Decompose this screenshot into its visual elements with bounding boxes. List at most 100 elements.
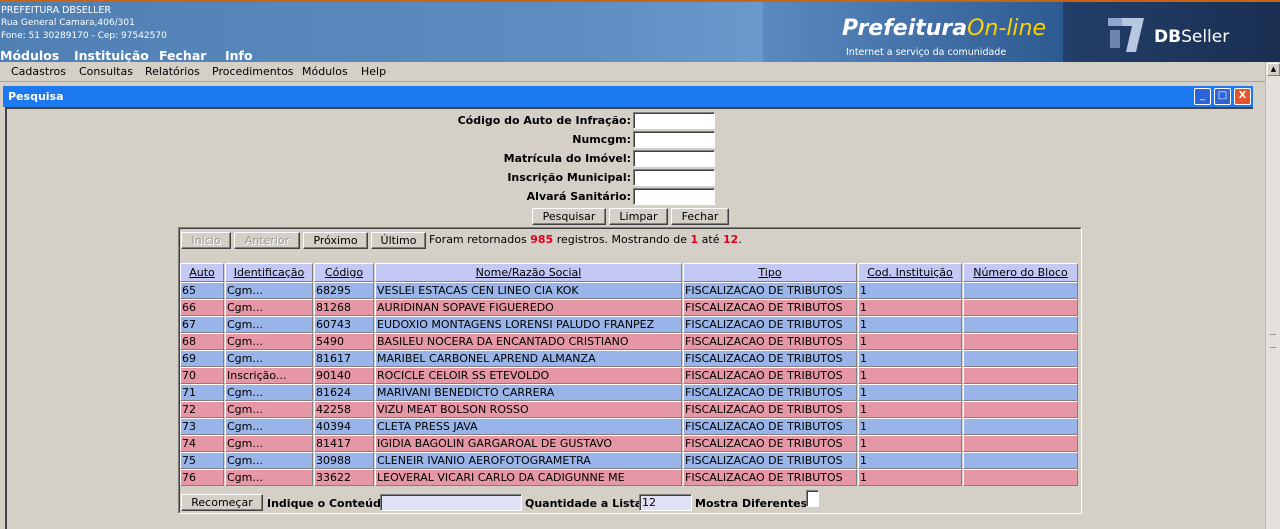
cell-nome[interactable]: IGIDIA BAGOLIN GARGAROAL DE GUSTAVO xyxy=(375,435,682,452)
cell-codigo[interactable]: 40394 xyxy=(314,418,374,435)
table-row[interactable]: 74 Cgm... 81417 IGIDIA BAGOLIN GARGAROAL DE… xyxy=(180,435,1078,452)
cell-auto[interactable]: 66 xyxy=(180,299,224,316)
cell-cod-instituicao[interactable]: 1 xyxy=(858,282,962,299)
col-header-nome[interactable]: Nome/Razão Social xyxy=(375,263,682,282)
cell-tipo[interactable]: FISCALIZACAO DE TRIBUTOS xyxy=(683,401,857,418)
cell-auto[interactable]: 70 xyxy=(180,367,224,384)
cell-tipo[interactable]: FISCALIZACAO DE TRIBUTOS xyxy=(683,333,857,350)
inscricao-input[interactable] xyxy=(633,169,715,186)
close-icon[interactable]: X xyxy=(1234,88,1251,105)
cell-identificacao[interactable]: Cgm... xyxy=(225,418,313,435)
anterior-button[interactable]: Anterior xyxy=(234,232,300,249)
table-row[interactable]: 65 Cgm... 68295 VESLEI ESTACAS CEN LINEO CI… xyxy=(180,282,1078,299)
menu-cadastros[interactable]: Cadastros xyxy=(11,65,66,78)
cell-numero-bloco[interactable] xyxy=(963,367,1078,384)
cell-numero-bloco[interactable] xyxy=(963,299,1078,316)
cell-cod-instituicao[interactable]: 1 xyxy=(858,350,962,367)
cell-nome[interactable]: MARIVANI BENEDICTO CARRERA xyxy=(375,384,682,401)
cell-auto[interactable]: 71 xyxy=(180,384,224,401)
cell-codigo[interactable]: 81624 xyxy=(314,384,374,401)
cell-auto[interactable]: 76 xyxy=(180,469,224,486)
menu-relatorios[interactable]: Relatórios xyxy=(145,65,200,78)
cell-identificacao[interactable]: Cgm... xyxy=(225,316,313,333)
cell-numero-bloco[interactable] xyxy=(963,469,1078,486)
cell-nome[interactable]: MARIBEL CARBONEL APREND ALMANZA xyxy=(375,350,682,367)
recomecar-button[interactable]: Recomeçar xyxy=(181,494,263,511)
cell-identificacao[interactable]: Cgm... xyxy=(225,401,313,418)
table-row[interactable]: 76 Cgm... 33622 LEOVERAL VICARI CARLO DA CA… xyxy=(180,469,1078,486)
cell-cod-instituicao[interactable]: 1 xyxy=(858,418,962,435)
table-row[interactable]: 68 Cgm... 5490 BASILEU NOCERA DA ENCANTADO … xyxy=(180,333,1078,350)
cell-cod-instituicao[interactable]: 1 xyxy=(858,333,962,350)
alvara-input[interactable] xyxy=(633,188,715,205)
limpar-button[interactable]: Limpar xyxy=(609,208,668,225)
page-scrollbar[interactable]: ▲ xyxy=(1265,62,1280,529)
auto-infracao-input[interactable] xyxy=(633,112,715,129)
cell-nome[interactable]: LEOVERAL VICARI CARLO DA CADIGUNNE ME xyxy=(375,469,682,486)
col-header-cod-instituicao[interactable]: Cod. Instituição xyxy=(858,263,962,282)
table-row[interactable]: 69 Cgm... 81617 MARIBEL CARBONEL APREND ALM… xyxy=(180,350,1078,367)
cell-cod-instituicao[interactable]: 1 xyxy=(858,299,962,316)
cell-tipo[interactable]: FISCALIZACAO DE TRIBUTOS xyxy=(683,452,857,469)
cell-numero-bloco[interactable] xyxy=(963,316,1078,333)
table-row[interactable]: 75 Cgm... 30988 CLENEIR IVANIO AEROFOTOGRAM… xyxy=(180,452,1078,469)
table-row[interactable]: 67 Cgm... 60743 EUDOXIO MONTAGENS LORENSI P… xyxy=(180,316,1078,333)
pesquisar-button[interactable]: Pesquisar xyxy=(532,208,606,225)
cell-tipo[interactable]: FISCALIZACAO DE TRIBUTOS xyxy=(683,435,857,452)
cell-codigo[interactable]: 90140 xyxy=(314,367,374,384)
cell-identificacao[interactable]: Cgm... xyxy=(225,282,313,299)
matricula-input[interactable] xyxy=(633,150,715,167)
cell-cod-instituicao[interactable]: 1 xyxy=(858,367,962,384)
cell-codigo[interactable]: 81417 xyxy=(314,435,374,452)
cell-auto[interactable]: 73 xyxy=(180,418,224,435)
quantidade-input[interactable]: 12 xyxy=(639,494,692,511)
cell-auto[interactable]: 68 xyxy=(180,333,224,350)
cell-identificacao[interactable]: Cgm... xyxy=(225,384,313,401)
cell-auto[interactable]: 65 xyxy=(180,282,224,299)
cell-numero-bloco[interactable] xyxy=(963,435,1078,452)
menu-procedimentos[interactable]: Procedimentos xyxy=(212,65,294,78)
cell-cod-instituicao[interactable]: 1 xyxy=(858,435,962,452)
cell-codigo[interactable]: 81617 xyxy=(314,350,374,367)
col-header-numero-bloco[interactable]: Número do Bloco xyxy=(963,263,1078,282)
cell-tipo[interactable]: FISCALIZACAO DE TRIBUTOS xyxy=(683,316,857,333)
cell-auto[interactable]: 72 xyxy=(180,401,224,418)
cell-numero-bloco[interactable] xyxy=(963,452,1078,469)
cell-codigo[interactable]: 30988 xyxy=(314,452,374,469)
cell-auto[interactable]: 67 xyxy=(180,316,224,333)
cell-numero-bloco[interactable] xyxy=(963,282,1078,299)
cell-numero-bloco[interactable] xyxy=(963,401,1078,418)
table-row[interactable]: 71 Cgm... 81624 MARIVANI BENEDICTO CARRERA F… xyxy=(180,384,1078,401)
cell-tipo[interactable]: FISCALIZACAO DE TRIBUTOS xyxy=(683,384,857,401)
fechar-button[interactable]: Fechar xyxy=(671,208,729,225)
cell-auto[interactable]: 69 xyxy=(180,350,224,367)
cell-tipo[interactable]: FISCALIZACAO DE TRIBUTOS xyxy=(683,367,857,384)
cell-cod-instituicao[interactable]: 1 xyxy=(858,469,962,486)
cell-codigo[interactable]: 33622 xyxy=(314,469,374,486)
cell-tipo[interactable]: FISCALIZACAO DE TRIBUTOS xyxy=(683,282,857,299)
menu-modulos[interactable]: Módulos xyxy=(302,65,348,78)
cell-codigo[interactable]: 60743 xyxy=(314,316,374,333)
cell-codigo[interactable]: 42258 xyxy=(314,401,374,418)
cell-identificacao[interactable]: Cgm... xyxy=(225,469,313,486)
cell-cod-instituicao[interactable]: 1 xyxy=(858,401,962,418)
cell-nome[interactable]: BASILEU NOCERA DA ENCANTADO CRISTIANO xyxy=(375,333,682,350)
main-menu-instituicao[interactable]: Instituição xyxy=(74,48,149,63)
scroll-grip[interactable] xyxy=(1270,334,1276,348)
cell-nome[interactable]: CLENEIR IVANIO AEROFOTOGRAMETRA xyxy=(375,452,682,469)
cell-numero-bloco[interactable] xyxy=(963,350,1078,367)
cell-tipo[interactable]: FISCALIZACAO DE TRIBUTOS xyxy=(683,418,857,435)
cell-tipo[interactable]: FISCALIZACAO DE TRIBUTOS xyxy=(683,350,857,367)
col-header-codigo[interactable]: Código xyxy=(314,263,374,282)
menu-help[interactable]: Help xyxy=(361,65,386,78)
cell-nome[interactable]: VESLEI ESTACAS CEN LINEO CIA KOK xyxy=(375,282,682,299)
mostra-diferentes-checkbox[interactable] xyxy=(806,490,819,507)
table-row[interactable]: 72 Cgm... 42258 VIZU MEAT BOLSON ROSSO FISCA… xyxy=(180,401,1078,418)
cell-identificacao[interactable]: Inscrição... xyxy=(225,367,313,384)
cell-codigo[interactable]: 68295 xyxy=(314,282,374,299)
cell-identificacao[interactable]: Cgm... xyxy=(225,350,313,367)
table-row[interactable]: 70 Inscrição... 90140 ROCICLE CELOIR SS ETE… xyxy=(180,367,1078,384)
table-row[interactable]: 73 Cgm... 40394 CLETA PRESS JAVA FISCALIZACA… xyxy=(180,418,1078,435)
cell-cod-instituicao[interactable]: 1 xyxy=(858,452,962,469)
numcgm-input[interactable] xyxy=(633,131,715,148)
